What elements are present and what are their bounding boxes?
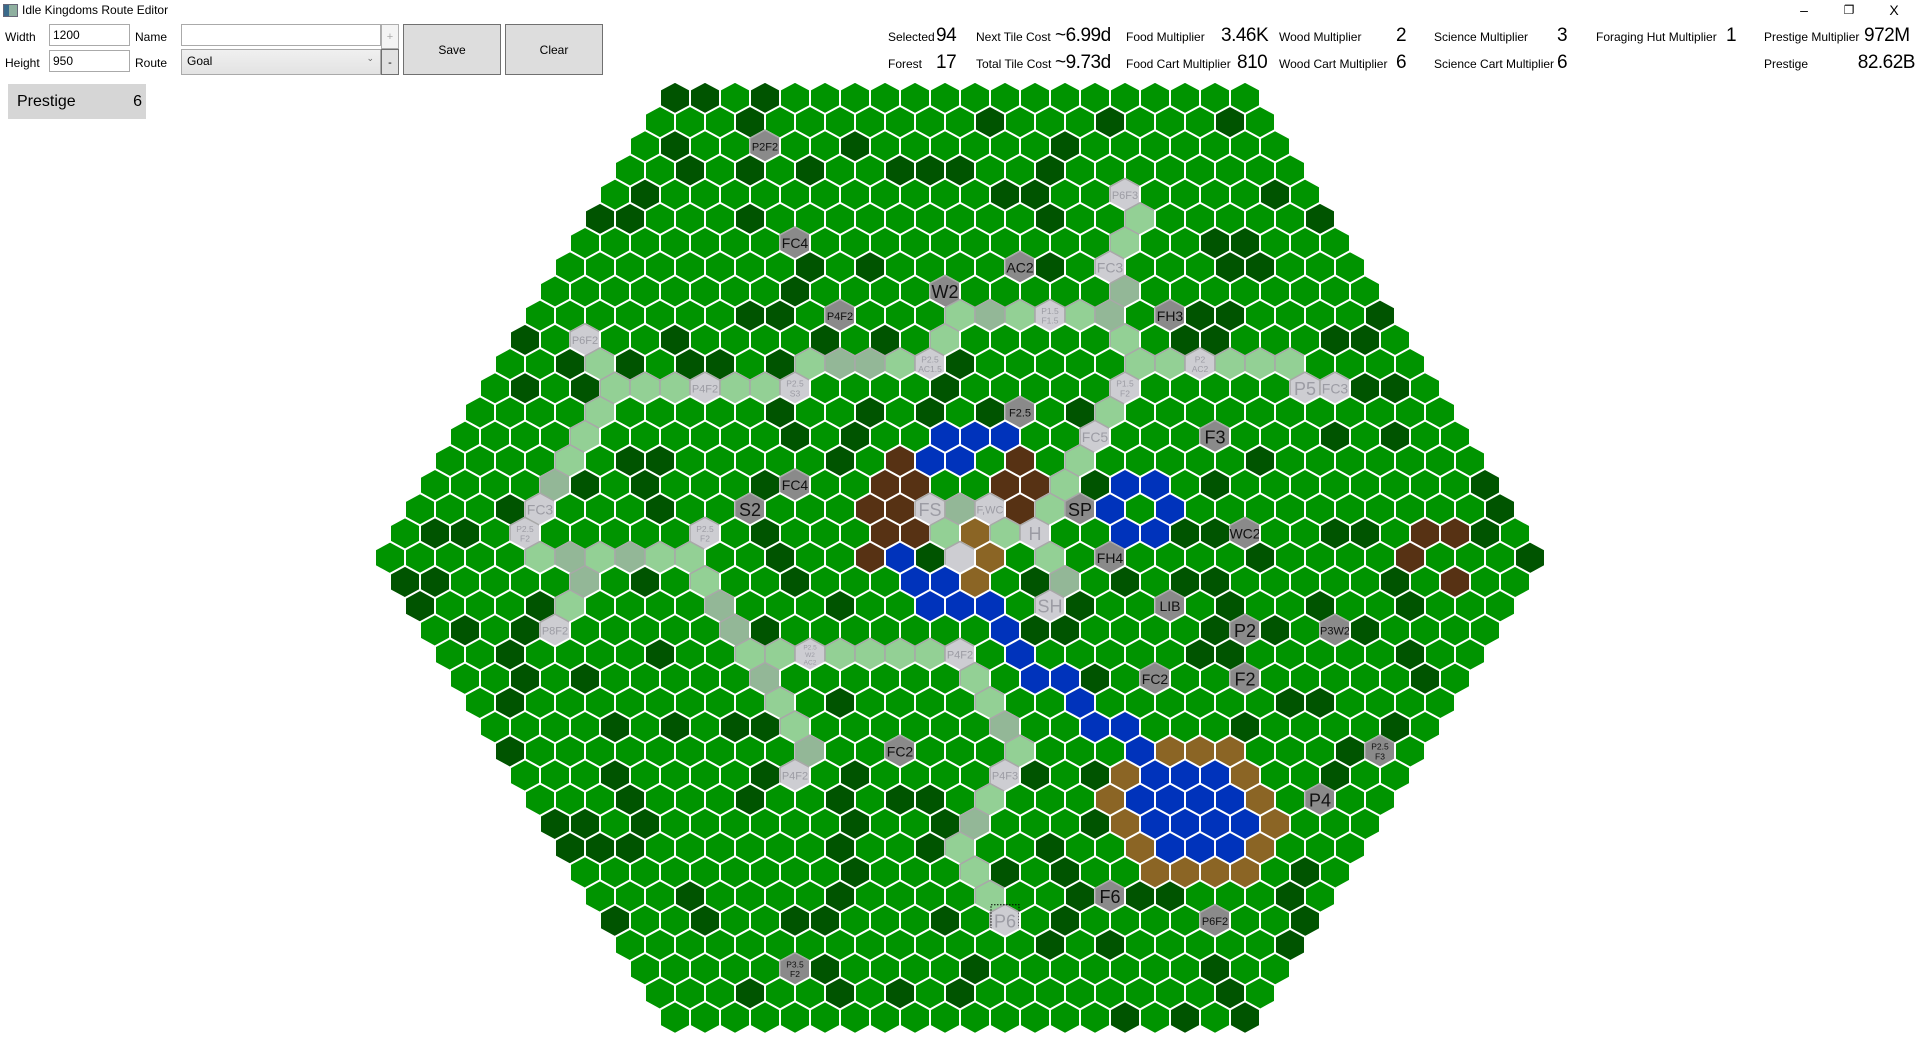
tile-label: P2.5 AC1.5	[918, 354, 942, 374]
tile-label: FC3	[1097, 259, 1124, 275]
tile-label: H	[1029, 524, 1042, 544]
tile-label: P4F2	[782, 771, 808, 783]
tile-label: WC2	[1229, 526, 1260, 542]
hex-tile-forest[interactable]	[1169, 1000, 1201, 1036]
tile-label: F6	[1099, 887, 1120, 907]
tile-label: F,WC	[977, 504, 1004, 516]
hex-tile-grass[interactable]	[1199, 1000, 1231, 1036]
hex-tile-grass[interactable]	[839, 1000, 871, 1036]
tile-label: S2	[739, 500, 761, 520]
tile-label: SH	[1037, 597, 1062, 617]
tile-label: P4	[1309, 790, 1331, 810]
hex-tile-grass[interactable]	[959, 1000, 991, 1036]
hex-tile-grass[interactable]	[929, 1000, 961, 1036]
tile-label: FC2	[887, 743, 914, 759]
tile-label: FS	[918, 500, 941, 520]
tile-label: FC4	[782, 235, 809, 251]
tile-label: P8F2	[542, 625, 568, 637]
tile-label: P6	[994, 911, 1016, 931]
hex-tile-grass[interactable]	[719, 1000, 751, 1036]
tile-label: P5	[1294, 379, 1316, 399]
tile-label: P6F2	[1202, 916, 1228, 928]
tile-label: FH3	[1157, 308, 1184, 324]
tile-label: P4F2	[947, 650, 973, 662]
hex-tile-grass[interactable]	[659, 1000, 691, 1036]
tile-label: F2	[1234, 669, 1255, 689]
hex-tile-grass[interactable]	[1049, 1000, 1081, 1036]
tile-label: FC3	[1322, 380, 1349, 396]
tile-label: FC5	[1082, 429, 1109, 445]
tile-label: P2	[1234, 621, 1256, 641]
hex-tile-grass[interactable]	[869, 1000, 901, 1036]
hex-tile-forest[interactable]	[1229, 1000, 1261, 1036]
hex-tile-grass[interactable]	[1139, 1000, 1171, 1036]
hex-map[interactable]: P2F2P6F3FC4AC2 FC3W2P4F2 P1.5 F1.5 FH3P6F2P2…	[0, 0, 1920, 1040]
hex-tile-grass[interactable]	[689, 1000, 721, 1036]
hex-tile-grass[interactable]	[779, 1000, 811, 1036]
tile-label: AC2	[1006, 259, 1033, 275]
hex-tile-grass[interactable]	[1079, 1000, 1111, 1036]
tile-label: P4F2	[827, 311, 853, 323]
tile-label: P4F2	[692, 383, 718, 395]
tile-label: P3W2	[1320, 625, 1350, 637]
tile-label: P4F3	[992, 771, 1018, 783]
hex-tile-forest[interactable]	[1109, 1000, 1141, 1036]
tile-label: P1.5 F1.5	[1041, 306, 1059, 326]
tile-label: P6F3	[1112, 190, 1138, 202]
tile-label: P6F2	[572, 335, 598, 347]
hex-tile-grass[interactable]	[899, 1000, 931, 1036]
tile-label: F2.5	[1009, 408, 1031, 420]
tile-label: SP	[1068, 500, 1092, 520]
tile-label: FC2	[1142, 671, 1169, 687]
tile-label: F3	[1204, 427, 1225, 447]
tile-label: FC3	[527, 501, 554, 517]
hex-tile-grass[interactable]	[1019, 1000, 1051, 1036]
tile-label: FH4	[1097, 550, 1124, 566]
hex-tile-grass[interactable]	[809, 1000, 841, 1036]
tile-label: LIB	[1159, 598, 1180, 614]
tile-label: P2F2	[752, 141, 778, 153]
hex-tile-grass[interactable]	[989, 1000, 1021, 1036]
tile-label: FC4	[782, 477, 809, 493]
tile-label: W2	[932, 282, 959, 302]
hex-tile-grass[interactable]	[749, 1000, 781, 1036]
